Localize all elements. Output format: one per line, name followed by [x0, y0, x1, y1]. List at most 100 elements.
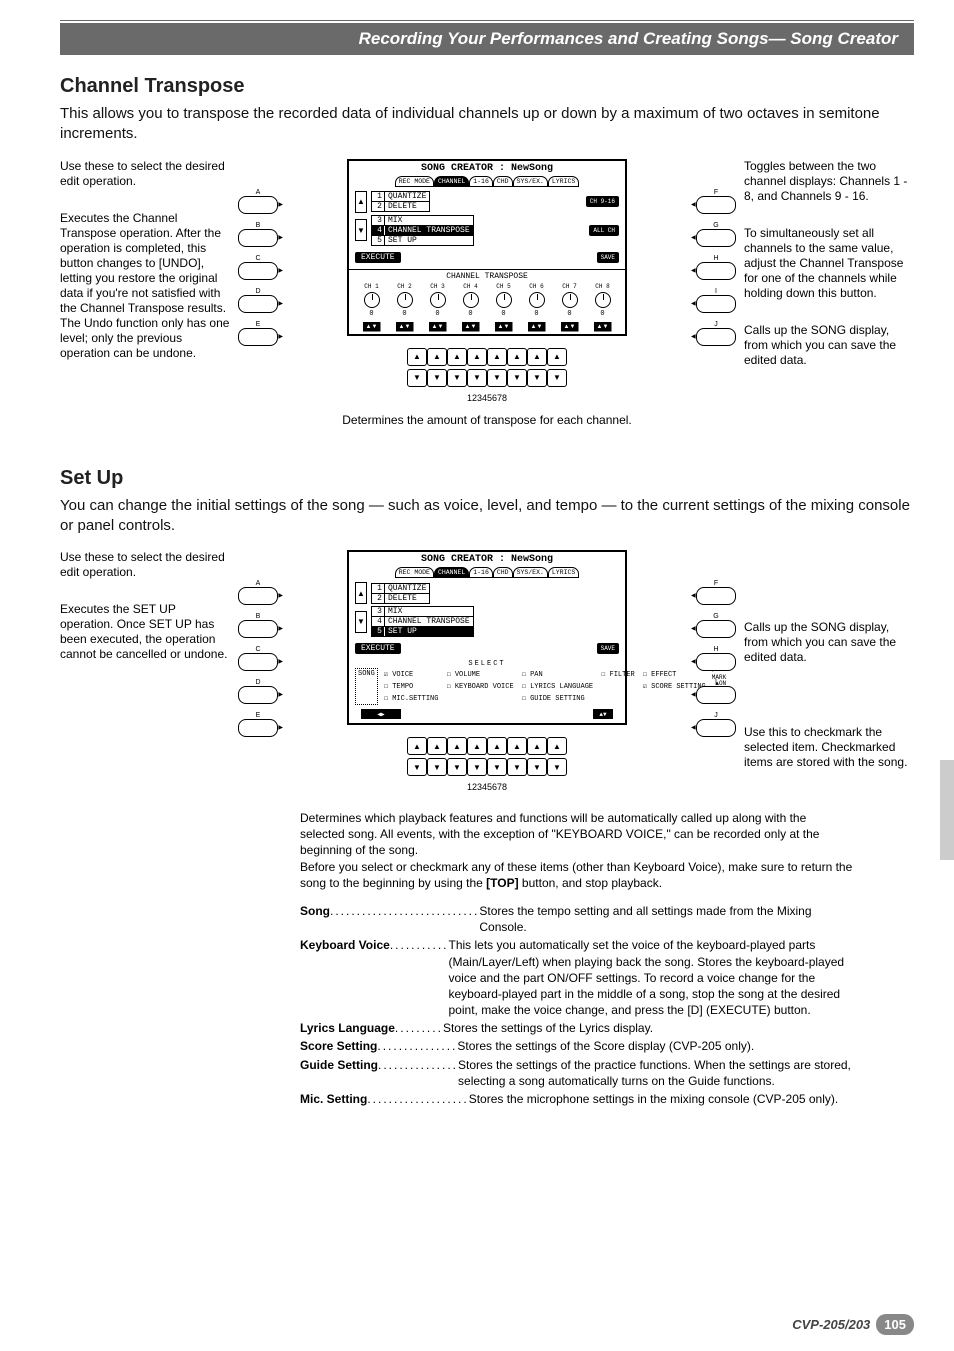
panel-button-d[interactable]: [238, 686, 278, 704]
up-button-4[interactable]: ▲: [467, 737, 487, 755]
panel-button-d[interactable]: [238, 295, 278, 313]
down-button-2[interactable]: ▼: [427, 758, 447, 776]
menu-up-arrow-2[interactable]: ▲: [355, 582, 367, 604]
panel-button-i[interactable]: [696, 295, 736, 313]
panel-button-j[interactable]: [696, 719, 736, 737]
up-button-3[interactable]: ▲: [447, 737, 467, 755]
transpose-knob[interactable]: [364, 292, 380, 308]
up-button-2[interactable]: ▲: [427, 348, 447, 366]
panel-button-f[interactable]: [696, 587, 736, 605]
transpose-knob[interactable]: [496, 292, 512, 308]
up-button-7[interactable]: ▲: [527, 348, 547, 366]
transpose-knob[interactable]: [529, 292, 545, 308]
up-button-8[interactable]: ▲: [547, 348, 567, 366]
down-button-7[interactable]: ▼: [527, 369, 547, 387]
tab-rec-mode[interactable]: REC MODE: [395, 567, 434, 578]
transpose-knob[interactable]: [595, 292, 611, 308]
panel-button-a[interactable]: [238, 196, 278, 214]
setup-checkbox[interactable]: ☐ VOLUME: [446, 670, 513, 679]
down-button-7[interactable]: ▼: [527, 758, 547, 776]
tab-lyrics[interactable]: LYRICS: [548, 176, 579, 187]
pill-all-ch[interactable]: ALL CH: [589, 225, 619, 236]
menu-item-set-up[interactable]: 5SET UP: [372, 627, 473, 636]
panel-button-h[interactable]: [696, 262, 736, 280]
down-button-3[interactable]: ▼: [447, 758, 467, 776]
down-button-5[interactable]: ▼: [487, 758, 507, 776]
down-button-5[interactable]: ▼: [487, 369, 507, 387]
tab-channel[interactable]: CHANNEL: [434, 176, 469, 187]
save-icon-2[interactable]: SAVE: [597, 643, 619, 654]
menu-down-arrow-2[interactable]: ▼: [355, 611, 367, 633]
menu-item-channel-transpose[interactable]: 4CHANNEL TRANSPOSE: [372, 617, 473, 627]
menu-item-delete[interactable]: 2DELETE: [372, 202, 429, 211]
panel-button-b[interactable]: [238, 229, 278, 247]
tab-sys-ex-[interactable]: SYS/EX.: [513, 567, 548, 578]
transpose-knob[interactable]: [397, 292, 413, 308]
panel-button-a[interactable]: [238, 587, 278, 605]
up-button-8[interactable]: ▲: [547, 737, 567, 755]
setup-checkbox[interactable]: ☐ PAN: [522, 670, 593, 679]
transpose-knob[interactable]: [430, 292, 446, 308]
setup-checkbox[interactable]: ☐ KEYBOARD VOICE: [446, 682, 513, 691]
menu-item-set-up[interactable]: 5SET UP: [372, 236, 473, 245]
down-button-8[interactable]: ▼: [547, 758, 567, 776]
transpose-knob[interactable]: [562, 292, 578, 308]
up-button-3[interactable]: ▲: [447, 348, 467, 366]
panel-button-h[interactable]: [696, 653, 736, 671]
save-icon-1[interactable]: SAVE: [597, 252, 619, 263]
panel-button-g[interactable]: [696, 229, 736, 247]
menu-up-arrow[interactable]: ▲: [355, 191, 367, 213]
menu-item-mix[interactable]: 3MIX: [372, 607, 473, 617]
down-button-8[interactable]: ▼: [547, 369, 567, 387]
up-button-6[interactable]: ▲: [507, 737, 527, 755]
down-button-1[interactable]: ▼: [407, 758, 427, 776]
menu-item-channel-transpose[interactable]: 4CHANNEL TRANSPOSE: [372, 226, 473, 236]
down-button-1[interactable]: ▼: [407, 369, 427, 387]
down-button-3[interactable]: ▼: [447, 369, 467, 387]
execute-button-1[interactable]: EXECUTE: [355, 252, 401, 263]
menu-item-mix[interactable]: 3MIX: [372, 216, 473, 226]
panel-button-j[interactable]: [696, 328, 736, 346]
tab-rec-mode[interactable]: REC MODE: [395, 176, 434, 187]
panel-button-b[interactable]: [238, 620, 278, 638]
tab-1-16[interactable]: 1-16: [469, 567, 493, 578]
menu-item-quantize[interactable]: 1QUANTIZE: [372, 584, 429, 594]
up-button-1[interactable]: ▲: [407, 348, 427, 366]
panel-button-e[interactable]: [238, 719, 278, 737]
panel-button-g[interactable]: [696, 620, 736, 638]
tab-lyrics[interactable]: LYRICS: [548, 567, 579, 578]
tab-channel[interactable]: CHANNEL: [434, 567, 469, 578]
tab-1-16[interactable]: 1-16: [469, 176, 493, 187]
up-button-5[interactable]: ▲: [487, 348, 507, 366]
transpose-knob[interactable]: [463, 292, 479, 308]
panel-button-i[interactable]: [696, 686, 736, 704]
panel-button-c[interactable]: [238, 653, 278, 671]
panel-button-f[interactable]: [696, 196, 736, 214]
setup-checkbox[interactable]: ☐ TEMPO: [384, 682, 439, 691]
down-button-6[interactable]: ▼: [507, 758, 527, 776]
down-button-4[interactable]: ▼: [467, 758, 487, 776]
up-button-4[interactable]: ▲: [467, 348, 487, 366]
down-button-4[interactable]: ▼: [467, 369, 487, 387]
setup-checkbox[interactable]: ☐ LYRICS LANGUAGE: [522, 682, 593, 691]
up-button-7[interactable]: ▲: [527, 737, 547, 755]
panel-button-e[interactable]: [238, 328, 278, 346]
up-button-5[interactable]: ▲: [487, 737, 507, 755]
execute-button-2[interactable]: EXECUTE: [355, 643, 401, 654]
tab-sys-ex-[interactable]: SYS/EX.: [513, 176, 548, 187]
menu-down-arrow[interactable]: ▼: [355, 219, 367, 241]
down-button-6[interactable]: ▼: [507, 369, 527, 387]
panel-button-c[interactable]: [238, 262, 278, 280]
up-button-1[interactable]: ▲: [407, 737, 427, 755]
down-button-2[interactable]: ▼: [427, 369, 447, 387]
up-button-6[interactable]: ▲: [507, 348, 527, 366]
setup-checkbox[interactable]: ☑ VOICE: [384, 670, 439, 679]
menu-item-delete[interactable]: 2DELETE: [372, 594, 429, 603]
tab-chd[interactable]: CHD: [493, 176, 513, 187]
pill-ch-9-16[interactable]: CH 9-16: [586, 196, 619, 207]
up-button-2[interactable]: ▲: [427, 737, 447, 755]
setup-checkbox[interactable]: ☐ FILTER: [601, 670, 635, 679]
setup-checkbox[interactable]: ☐ GUIDE SETTING: [522, 694, 593, 703]
setup-checkbox[interactable]: ☐ MIC.SETTING: [384, 694, 439, 703]
tab-chd[interactable]: CHD: [493, 567, 513, 578]
